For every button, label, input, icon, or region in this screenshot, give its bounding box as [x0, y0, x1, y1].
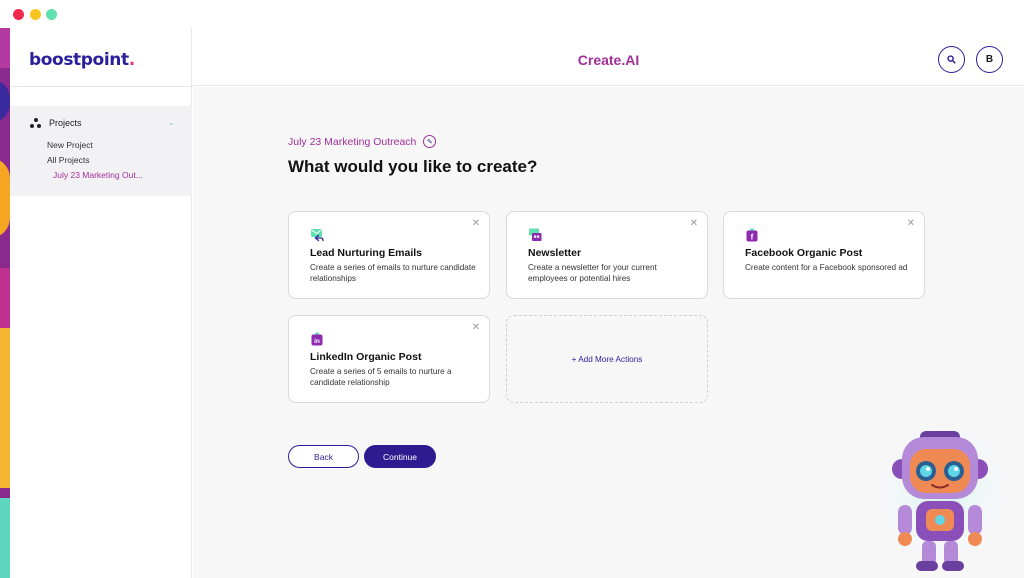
projects-section-header[interactable]: Projects — [30, 118, 82, 128]
edit-icon[interactable]: ✎ — [423, 135, 437, 148]
chevron-down-icon[interactable]: ⌄ — [168, 118, 175, 127]
card-lead-nurturing-emails[interactable]: ✕ Lead Nurturing Emails Create a series … — [288, 211, 490, 299]
close-icon[interactable]: ✕ — [472, 322, 480, 333]
close-window-dot[interactable] — [13, 9, 24, 20]
svg-text:in: in — [314, 338, 320, 345]
sidebar: boostpoint. Projects ⌄ New Project All P… — [10, 28, 192, 578]
card-description: Create a newsletter for your current emp… — [528, 263, 657, 283]
app-title: Create.AI — [577, 52, 640, 68]
email-reply-icon — [311, 229, 324, 242]
sidebar-divider — [10, 86, 192, 87]
card-description: Create a series of 5 emails to nurture a… — [310, 367, 452, 387]
add-more-actions-button[interactable]: + Add More Actions — [506, 315, 708, 403]
card-facebook-organic-post[interactable]: ✕ f Facebook Organic Post Create content… — [723, 211, 925, 299]
minimize-window-dot[interactable] — [30, 9, 41, 20]
page-headline: What would you like to create? — [288, 157, 538, 176]
sidebar-item-all-projects[interactable]: All Projects — [47, 155, 90, 165]
search-icon — [947, 55, 956, 64]
project-name: July 23 Marketing Outreach ✎ — [288, 135, 437, 148]
projects-panel: Projects ⌄ New Project All Projects July… — [10, 106, 192, 196]
card-newsletter[interactable]: ✕ Newsletter Create a newsletter for you… — [506, 211, 708, 299]
boostpoint-logo[interactable]: boostpoint. — [29, 50, 135, 70]
projects-icon — [30, 118, 41, 128]
sidebar-item-new-project[interactable]: New Project — [47, 140, 93, 150]
continue-button[interactable]: Continue — [364, 445, 436, 468]
linkedin-icon: in — [311, 332, 323, 346]
newsletter-icon — [529, 228, 542, 241]
svg-text:f: f — [751, 233, 754, 242]
card-description: Create a series of emails to nurture can… — [310, 263, 476, 283]
close-icon[interactable]: ✕ — [690, 218, 698, 229]
search-button[interactable] — [938, 46, 965, 73]
card-title: Newsletter — [528, 247, 582, 259]
project-name-label: July 23 Marketing Outreach — [288, 135, 417, 148]
card-description: Create content for a Facebook sponsored … — [745, 263, 908, 272]
robot-mascot — [880, 427, 1002, 571]
window-chrome — [0, 0, 1024, 28]
card-title: LinkedIn Organic Post — [310, 351, 422, 363]
close-icon[interactable]: ✕ — [907, 218, 915, 229]
card-title: Facebook Organic Post — [745, 247, 863, 259]
top-header: Create.AI B — [193, 28, 1024, 86]
sidebar-item-current-project[interactable]: July 23 Marketing Out... — [53, 170, 143, 180]
card-title: Lead Nurturing Emails — [310, 247, 423, 259]
close-icon[interactable]: ✕ — [472, 218, 480, 229]
decorative-strip — [0, 28, 10, 578]
card-linkedin-organic-post[interactable]: ✕ in LinkedIn Organic Post Create a seri… — [288, 315, 490, 403]
maximize-window-dot[interactable] — [46, 9, 57, 20]
avatar-button[interactable]: B — [976, 46, 1003, 73]
projects-label: Projects — [49, 118, 82, 128]
facebook-icon: f — [746, 228, 758, 242]
back-button[interactable]: Back — [288, 445, 359, 468]
